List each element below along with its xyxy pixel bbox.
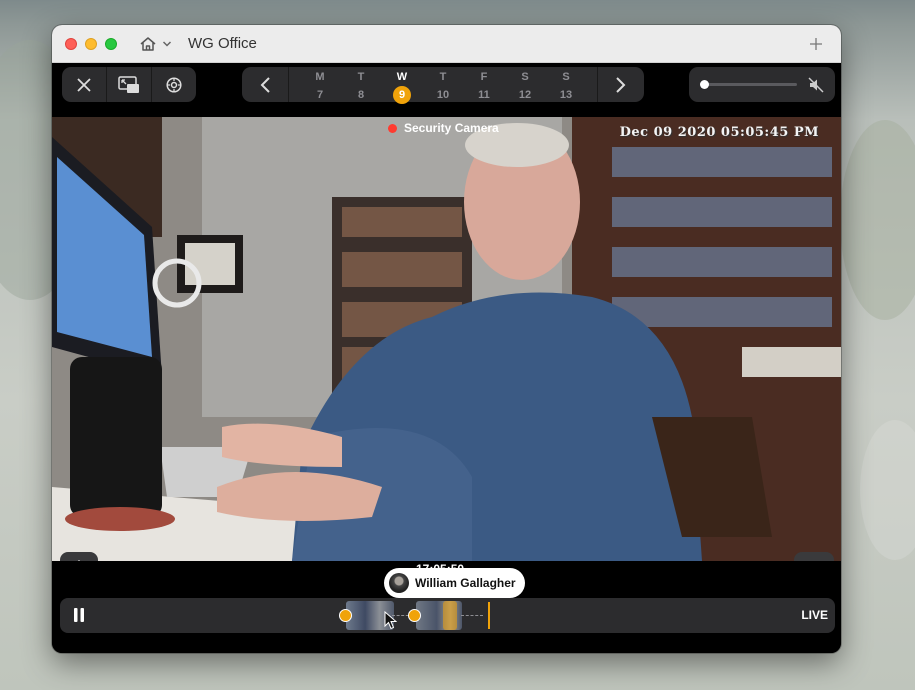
desktop-background-stone: [860, 420, 915, 560]
window-title: WG Office: [188, 35, 257, 52]
recording-indicator: [388, 123, 397, 133]
timeline-scrubber[interactable]: LIVE: [60, 598, 835, 633]
person-detected-icon[interactable]: [339, 609, 352, 622]
day-number: 12: [518, 89, 532, 101]
person-tooltip: William Gallagher: [384, 568, 525, 604]
add-icon[interactable]: [809, 37, 823, 51]
next-week-button[interactable]: [598, 67, 644, 102]
camera-video-feed[interactable]: Security Camera Dec 09 2020 05:05:45 PM: [52, 117, 841, 561]
day-number: 13: [559, 89, 573, 101]
volume-slider-knob[interactable]: [700, 80, 709, 89]
divider: [288, 67, 289, 102]
day-letter: T: [439, 71, 447, 83]
title-bar: WG Office: [52, 25, 841, 63]
camera-name: Security Camera: [404, 121, 499, 135]
day-letter: F: [480, 71, 488, 83]
avatar: [389, 573, 409, 593]
close-window-button[interactable]: [65, 38, 77, 50]
day-number: 9: [393, 86, 411, 104]
chevron-down-icon[interactable]: [162, 40, 172, 48]
day-letter: S: [562, 71, 570, 83]
camera-toolbar: M 7 T 8 W 9 T 10 F 11 S 12 S 13: [52, 63, 841, 117]
settings-icon: [166, 76, 182, 93]
selected-clip-highlight: [443, 601, 457, 630]
chevron-left-icon: [260, 76, 270, 93]
picture-in-picture-icon: [118, 75, 139, 93]
playhead[interactable]: [488, 602, 490, 629]
day-selector: M 7 T 8 W 9 T 10 F 11 S 12 S 13: [242, 67, 644, 104]
volume-control: [689, 67, 835, 102]
picture-in-picture-button[interactable]: [107, 67, 151, 102]
app-window: WG Office M 7 T 8 W 9 T 10 F 11 S 12 S 1…: [52, 25, 841, 653]
day-letter: S: [521, 71, 529, 83]
day-number: 7: [316, 89, 324, 101]
previous-week-button[interactable]: [242, 67, 288, 102]
day-wednesday-selected[interactable]: W 9: [387, 71, 417, 104]
view-controls: [62, 67, 196, 102]
live-button[interactable]: LIVE: [801, 608, 828, 622]
day-letter: W: [396, 71, 408, 83]
video-frame-image: [52, 117, 841, 561]
day-number: 10: [436, 89, 450, 101]
timeline-gap: [461, 615, 483, 616]
day-tuesday[interactable]: T 8: [346, 71, 376, 104]
home-icon[interactable]: [139, 36, 157, 52]
day-friday[interactable]: F 11: [469, 71, 499, 104]
close-camera-button[interactable]: [62, 67, 106, 102]
camera-live-label: Security Camera: [388, 121, 499, 135]
day-monday[interactable]: M 7: [305, 71, 335, 104]
day-number: 11: [478, 89, 490, 101]
close-icon: [77, 77, 91, 92]
desktop-background-plant: [840, 120, 915, 320]
settings-button[interactable]: [152, 67, 196, 102]
pause-icon[interactable]: [72, 607, 86, 623]
camera-osd-timestamp: Dec 09 2020 05:05:45 PM: [619, 125, 819, 140]
day-thursday[interactable]: T 10: [428, 71, 458, 104]
day-number: 8: [357, 89, 365, 101]
person-name: William Gallagher: [415, 576, 516, 590]
zoom-window-button[interactable]: [105, 38, 117, 50]
volume-slider[interactable]: [703, 83, 797, 86]
mouse-pointer-icon: [384, 611, 397, 630]
speaker-muted-icon[interactable]: [807, 76, 825, 94]
day-saturday[interactable]: S 12: [510, 71, 540, 104]
day-sunday[interactable]: S 13: [551, 71, 581, 104]
person-detected-icon[interactable]: [408, 609, 421, 622]
minimize-window-button[interactable]: [85, 38, 97, 50]
day-letter: M: [315, 71, 325, 83]
day-letter: T: [357, 71, 365, 83]
chevron-right-icon: [616, 76, 626, 93]
